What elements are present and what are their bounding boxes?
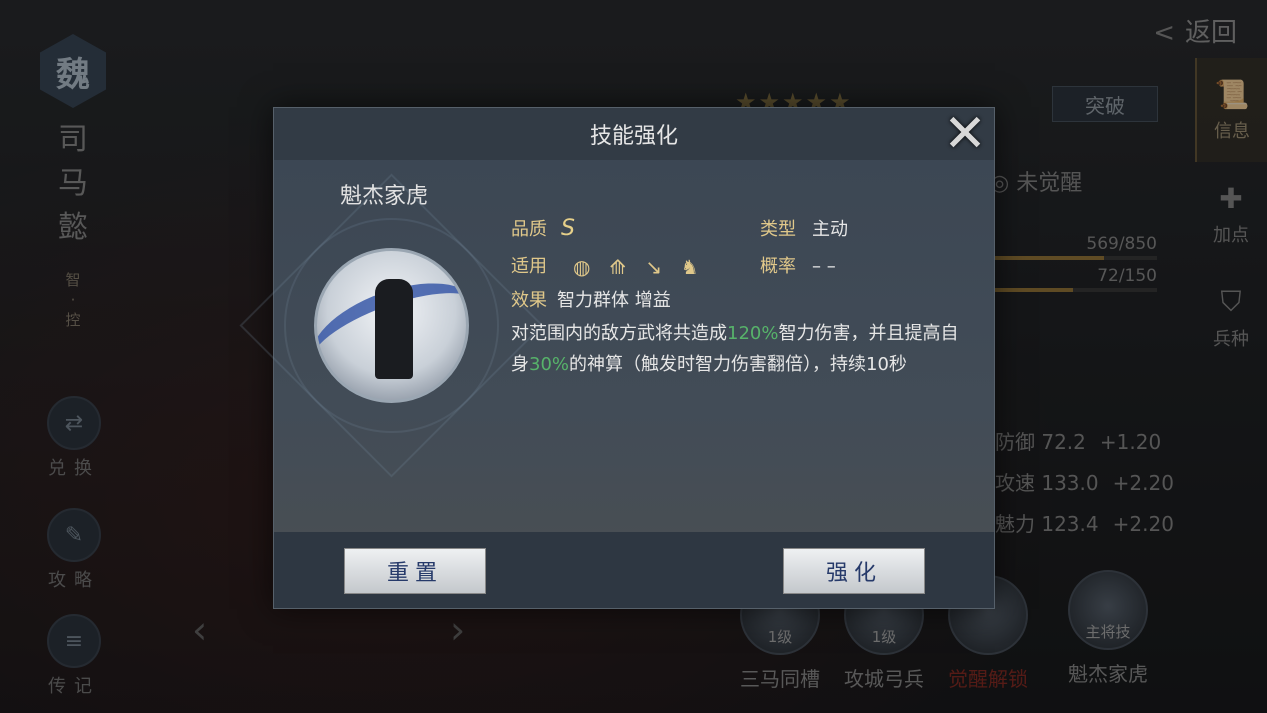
applicable-label: 适用 — [511, 256, 547, 277]
chance-value: – – — [812, 256, 836, 277]
reset-button[interactable]: 重置 — [344, 548, 486, 594]
spear-unit-icon: ↘ — [645, 255, 663, 279]
enhance-button[interactable]: 强化 — [783, 548, 925, 594]
hero-silhouette — [375, 279, 413, 379]
skill-emblem — [239, 173, 544, 478]
chance-label: 概率 — [760, 256, 796, 277]
effect-label: 效果 — [511, 290, 547, 311]
skill-description: 对范围内的敌方武将共造成120%智力伤害，并且提高自身30%的神算（触发时智力伤… — [511, 318, 971, 380]
quality-row: 品质 S — [511, 215, 575, 241]
type-row: 类型 主动 — [760, 215, 848, 241]
type-value: 主动 — [812, 219, 848, 240]
quality-value: S — [561, 216, 575, 241]
desc-highlight: 30% — [529, 354, 570, 375]
chance-row: 概率 – – — [760, 252, 836, 278]
close-icon[interactable]: ✕ — [937, 104, 993, 164]
effect-row: 效果 智力群体 增益 — [511, 286, 671, 312]
dialog-title: 技能强化 — [589, 124, 678, 149]
quality-label: 品质 — [511, 219, 547, 240]
desc-text: 对范围内的敌方武将共造成 — [511, 323, 727, 344]
type-label: 类型 — [760, 219, 796, 240]
skill-portrait — [314, 248, 469, 403]
effect-value: 智力群体 增益 — [557, 290, 671, 311]
cavalry-unit-icon: ♞ — [680, 255, 699, 279]
desc-highlight: 120% — [727, 323, 779, 344]
desc-text: 的神算（触发时智力伤害翻倍），持续10秒 — [569, 354, 907, 375]
skill-enhance-dialog: 技能强化 ✕ 魁杰家虎 品质 S 类型 主动 适用 ◍ ⟰ ↘ ♞ 概率 – – 效果… — [239, 104, 995, 609]
dialog-header: 技能强化 — [274, 108, 994, 160]
applicable-row: 适用 ◍ ⟰ ↘ ♞ — [511, 252, 703, 280]
shield-unit-icon: ◍ — [573, 255, 591, 279]
bow-unit-icon: ⟰ — [609, 255, 627, 279]
